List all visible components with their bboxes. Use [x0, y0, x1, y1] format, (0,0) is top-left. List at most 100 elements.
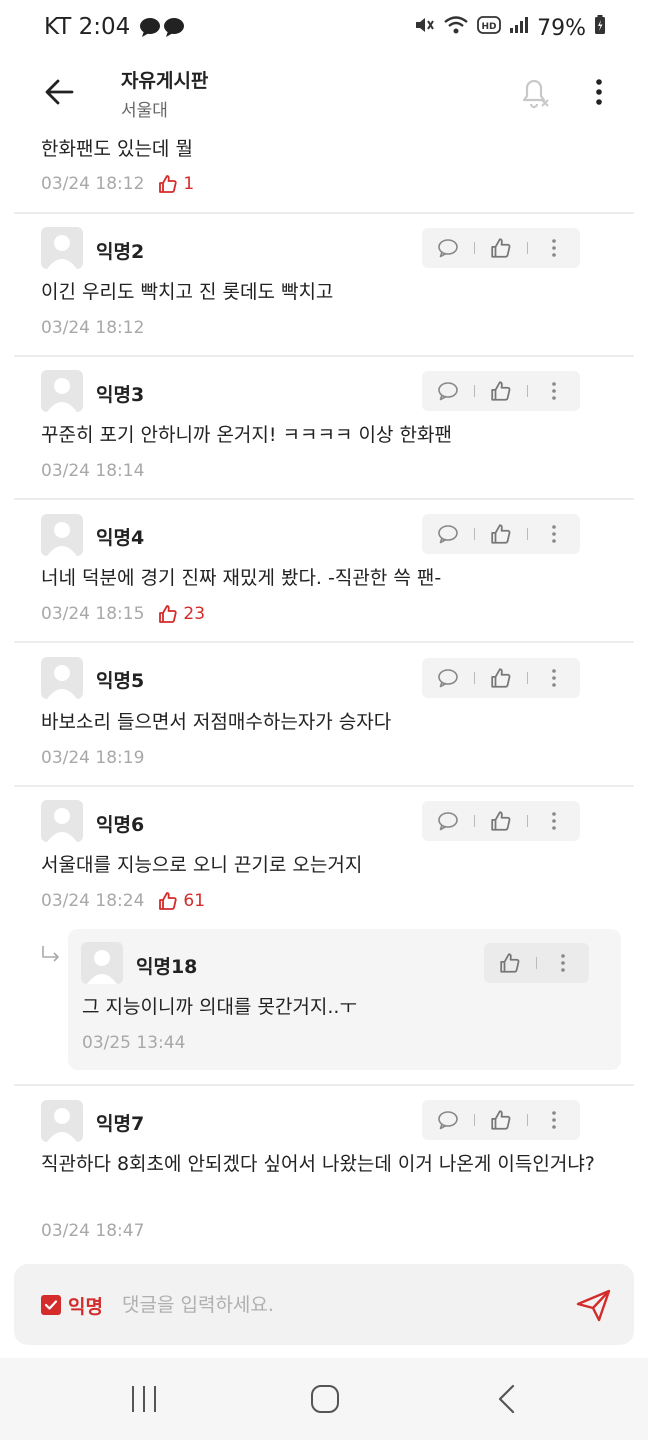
- speech-bubble-icon: [438, 1111, 458, 1130]
- reply-button[interactable]: [422, 658, 474, 698]
- comment-actions: [422, 1100, 580, 1140]
- comment-text: 꾸준히 포기 안하니까 온거지! ㅋㅋㅋㅋ 이상 한화팬: [41, 424, 452, 446]
- speech-bubble-icon: [438, 382, 458, 401]
- anonymous-label[interactable]: 익명: [68, 1292, 103, 1319]
- app-header: 자유게시판 서울대: [0, 56, 648, 130]
- comment-meta: 03/25 13:44: [82, 1033, 185, 1053]
- thumbs-up-icon: [159, 605, 178, 623]
- speech-bubble-icon: [438, 669, 458, 688]
- comment-text: 이긴 우리도 빡치고 진 롯데도 빡치고: [41, 281, 334, 303]
- status-right: HD 79%: [413, 14, 606, 42]
- back-button[interactable]: [40, 72, 80, 112]
- divider: [14, 355, 634, 357]
- like-button[interactable]: [475, 658, 527, 698]
- speech-bubble-icon: [438, 239, 458, 258]
- comment-input[interactable]: [122, 1286, 562, 1324]
- thumbs-up-icon: [491, 1110, 511, 1130]
- carrier-time: KT 2:04: [44, 14, 131, 40]
- kebab-menu-icon: [561, 954, 565, 972]
- avatar: [41, 657, 83, 699]
- like-button[interactable]: [484, 943, 536, 983]
- svg-text:HD: HD: [482, 22, 497, 32]
- kebab-menu-icon: [552, 1111, 556, 1129]
- like-button[interactable]: [475, 514, 527, 554]
- comment-time: 03/24 18:12: [41, 174, 145, 194]
- comment-text: 너네 덕분에 경기 진짜 재밌게 봤다. -직관한 쓱 팬-: [41, 567, 442, 589]
- reply-arrow-icon: [40, 944, 64, 966]
- comment-author: 익명2: [96, 241, 145, 263]
- comment-author: 익명4: [96, 527, 145, 549]
- avatar: [41, 1100, 83, 1142]
- comment-author: 익명5: [96, 670, 145, 692]
- more-menu-button[interactable]: [584, 72, 614, 112]
- status-bar: KT 2:04 HD 79%: [0, 0, 648, 56]
- like-button[interactable]: [475, 371, 527, 411]
- like-button[interactable]: [475, 228, 527, 268]
- comment-meta: 03/24 18:14: [41, 461, 144, 481]
- battery-percent: 79%: [537, 15, 586, 41]
- comment-more-button[interactable]: [528, 514, 580, 554]
- like-button[interactable]: [475, 801, 527, 841]
- comment-more-button[interactable]: [528, 228, 580, 268]
- thumbs-up-icon: [159, 175, 178, 193]
- divider: [14, 212, 634, 214]
- comment-time: 03/24 18:15: [41, 604, 145, 624]
- home-button[interactable]: [308, 1382, 342, 1416]
- anonymous-checkbox[interactable]: [41, 1295, 61, 1315]
- comment-actions: [422, 371, 580, 411]
- comment-text: 한화팬도 있는데 뭘: [41, 138, 193, 160]
- comment-more-button[interactable]: [528, 658, 580, 698]
- comment-more-button[interactable]: [528, 1100, 580, 1140]
- comment-time: 03/24 18:47: [41, 1221, 145, 1241]
- comment-time: 03/24 18:14: [41, 461, 145, 481]
- thumbs-up-icon: [500, 953, 520, 973]
- avatar: [81, 942, 123, 984]
- reply-button[interactable]: [422, 514, 474, 554]
- avatar: [41, 227, 83, 269]
- reply-comment: 익명18 그 지능이니까 의대를 못간거지..ㅜ 03/25 13:44: [68, 929, 621, 1070]
- system-nav-bar: [0, 1358, 648, 1440]
- comment-author: 익명6: [96, 814, 145, 836]
- thumbs-up-icon: [491, 238, 511, 258]
- recent-apps-icon: [132, 1386, 156, 1412]
- comment-time: 03/24 18:24: [41, 891, 145, 911]
- comment-more-button[interactable]: [528, 801, 580, 841]
- comment-meta: 03/24 18:12 1: [41, 174, 194, 194]
- kebab-menu-icon: [552, 239, 556, 257]
- reply-button[interactable]: [422, 1100, 474, 1140]
- notification-off-button[interactable]: [514, 72, 554, 112]
- comment-actions: [422, 658, 580, 698]
- chevron-left-icon: [498, 1384, 515, 1414]
- send-button[interactable]: [574, 1286, 614, 1324]
- battery-icon: [594, 15, 606, 41]
- comment-actions: [422, 514, 580, 554]
- recent-apps-button[interactable]: [128, 1382, 160, 1416]
- like-button[interactable]: [475, 1100, 527, 1140]
- comment-meta: 03/24 18:15 23: [41, 604, 205, 624]
- divider: [14, 498, 634, 500]
- arrow-left-icon: [45, 79, 74, 105]
- reply-button[interactable]: [422, 801, 474, 841]
- comment-time: 03/24 18:12: [41, 318, 145, 338]
- comment-more-button[interactable]: [528, 371, 580, 411]
- avatar: [41, 370, 83, 412]
- comment-meta: 03/24 18:12: [41, 318, 144, 338]
- kebab-menu-icon: [596, 79, 602, 105]
- like-count: 23: [158, 604, 205, 624]
- comment-author: 익명18: [136, 956, 198, 978]
- comment-text: 직관하다 8회초에 안되겠다 싶어서 나왔는데 이거 나온게 이득인거냐?: [41, 1153, 595, 1175]
- divider: [14, 1084, 634, 1086]
- wifi-icon: [443, 14, 469, 42]
- divider: [14, 785, 634, 787]
- home-icon: [311, 1385, 339, 1413]
- bell-off-icon: [522, 79, 549, 109]
- speech-bubble-icon: [438, 525, 458, 544]
- like-count: 1: [158, 174, 194, 194]
- send-icon: [576, 1289, 611, 1322]
- reply-button[interactable]: [422, 228, 474, 268]
- speech-bubble-icon: [438, 812, 458, 831]
- comment-more-button[interactable]: [537, 943, 589, 983]
- reply-button[interactable]: [422, 371, 474, 411]
- kebab-menu-icon: [552, 525, 556, 543]
- nav-back-button[interactable]: [492, 1382, 522, 1416]
